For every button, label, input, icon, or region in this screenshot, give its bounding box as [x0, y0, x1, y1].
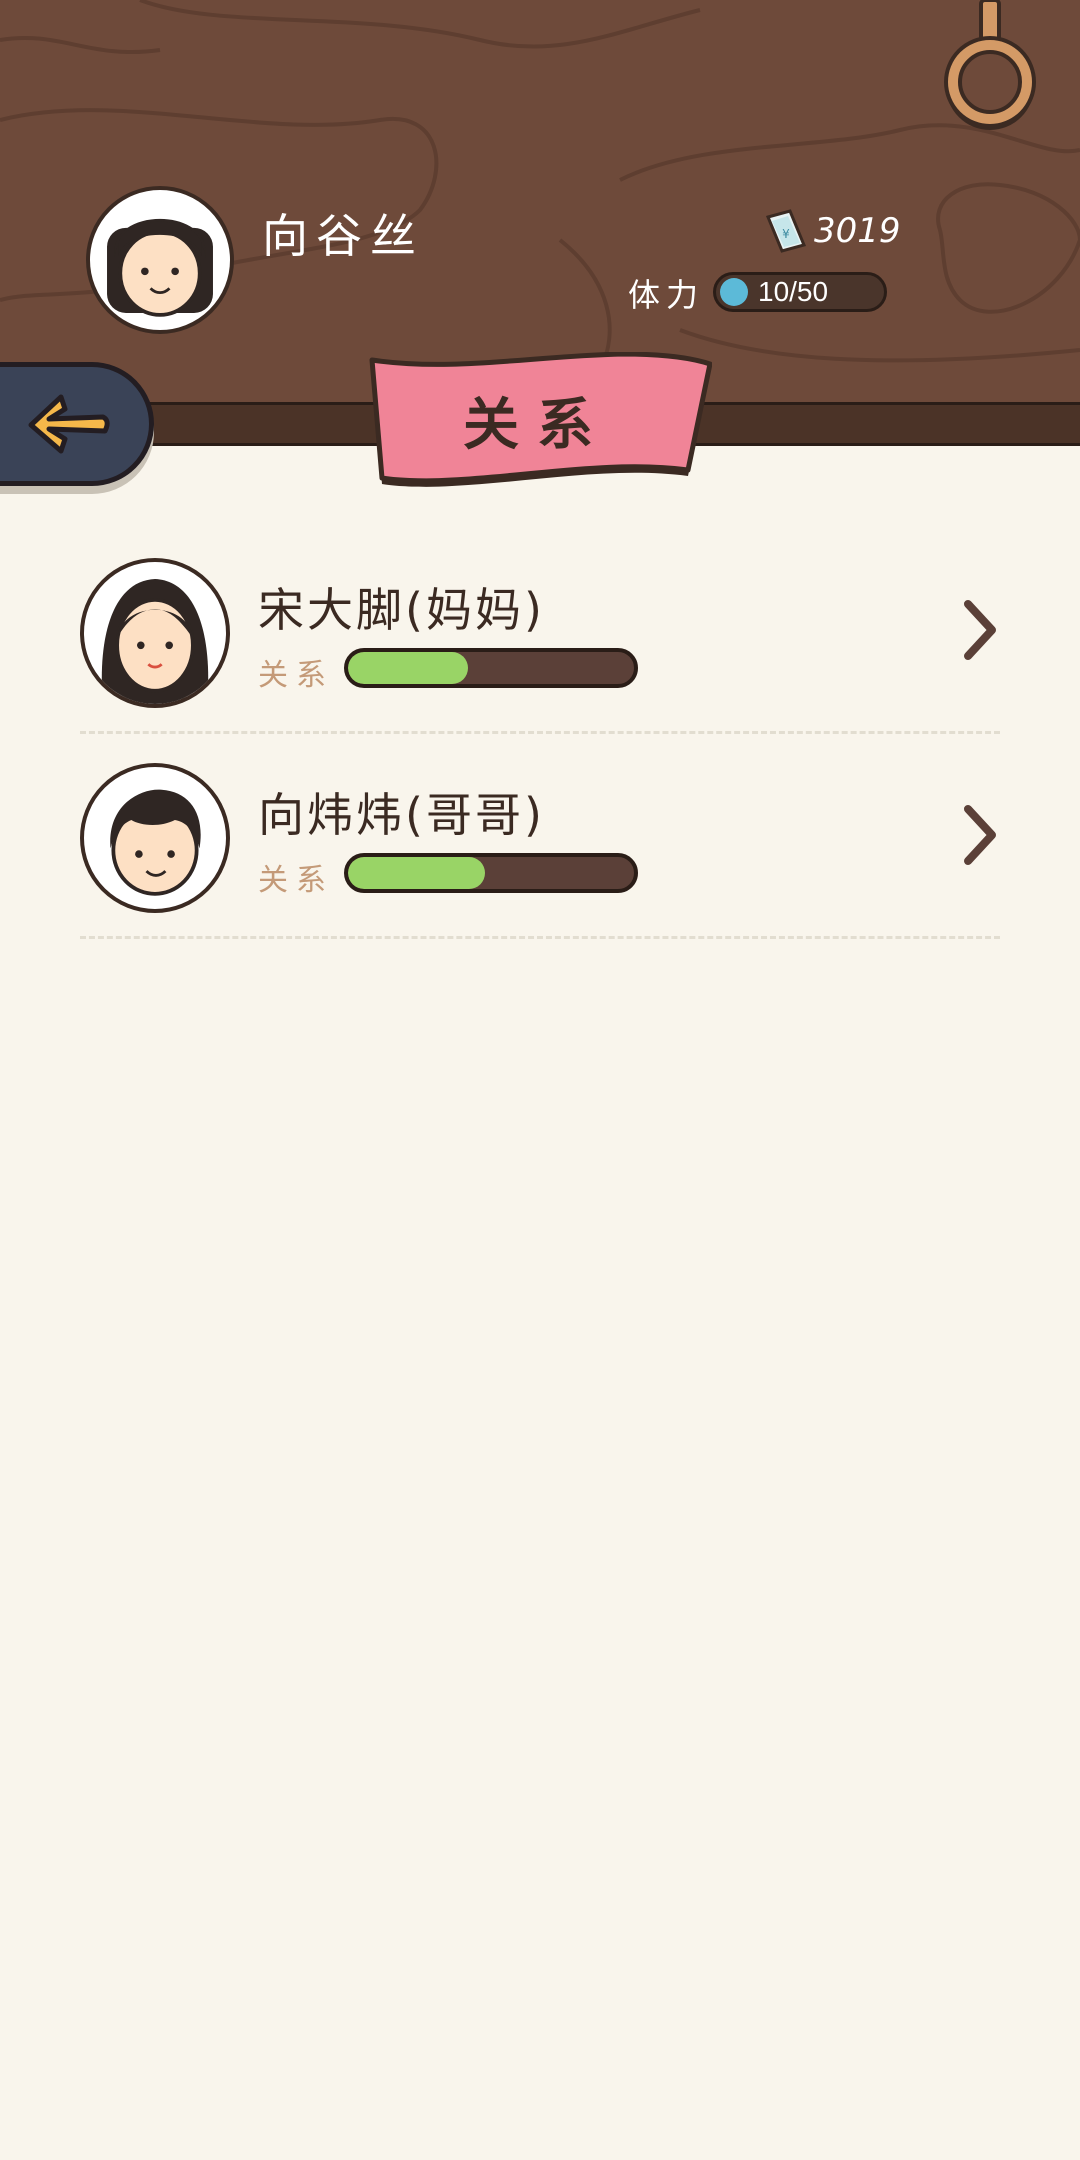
relation-name: 向炜炜(哥哥) — [258, 788, 545, 842]
coin-amount: 3019 — [814, 211, 901, 251]
avatar — [80, 558, 230, 708]
back-button[interactable] — [0, 362, 154, 486]
coin-counter: ¥ 3019 — [762, 205, 901, 257]
girl-face-icon — [107, 218, 213, 317]
stamina-value: 10/50 — [758, 276, 829, 307]
arrow-left-icon — [28, 394, 110, 454]
svg-text:¥: ¥ — [782, 227, 790, 241]
stamina-bar: 10/50 — [713, 272, 887, 312]
relation-row-mother[interactable]: 宋大脚(妈妈) 关系 — [0, 558, 1080, 738]
ring-hanger-icon — [944, 0, 1036, 130]
relation-name: 宋大脚(妈妈) — [258, 583, 545, 637]
relation-bar — [344, 853, 638, 893]
row-divider — [80, 936, 1000, 939]
player-name: 向谷丝 — [262, 209, 424, 263]
relation-bar-fill — [348, 857, 486, 889]
page-title: 关系 — [463, 392, 611, 458]
header-panel: 向谷丝 ¥ 3019 体力 10/50 — [0, 0, 1080, 405]
woman-face-icon — [101, 579, 209, 704]
chevron-right-icon[interactable] — [960, 803, 1000, 867]
relation-bar — [344, 648, 638, 688]
relation-label: 关系 — [258, 863, 334, 898]
boy-face-icon — [110, 789, 201, 896]
avatar — [80, 763, 230, 913]
row-divider — [80, 731, 1000, 734]
player-avatar[interactable] — [86, 186, 234, 334]
stamina-orb-icon — [720, 278, 748, 306]
stamina-label: 体力 — [628, 276, 705, 314]
relation-bar-fill — [348, 652, 469, 684]
chevron-right-icon[interactable] — [960, 598, 1000, 662]
relation-label: 关系 — [258, 658, 334, 693]
banknote-icon: ¥ — [765, 209, 807, 253]
relation-row-brother[interactable]: 向炜炜(哥哥) 关系 — [0, 763, 1080, 943]
